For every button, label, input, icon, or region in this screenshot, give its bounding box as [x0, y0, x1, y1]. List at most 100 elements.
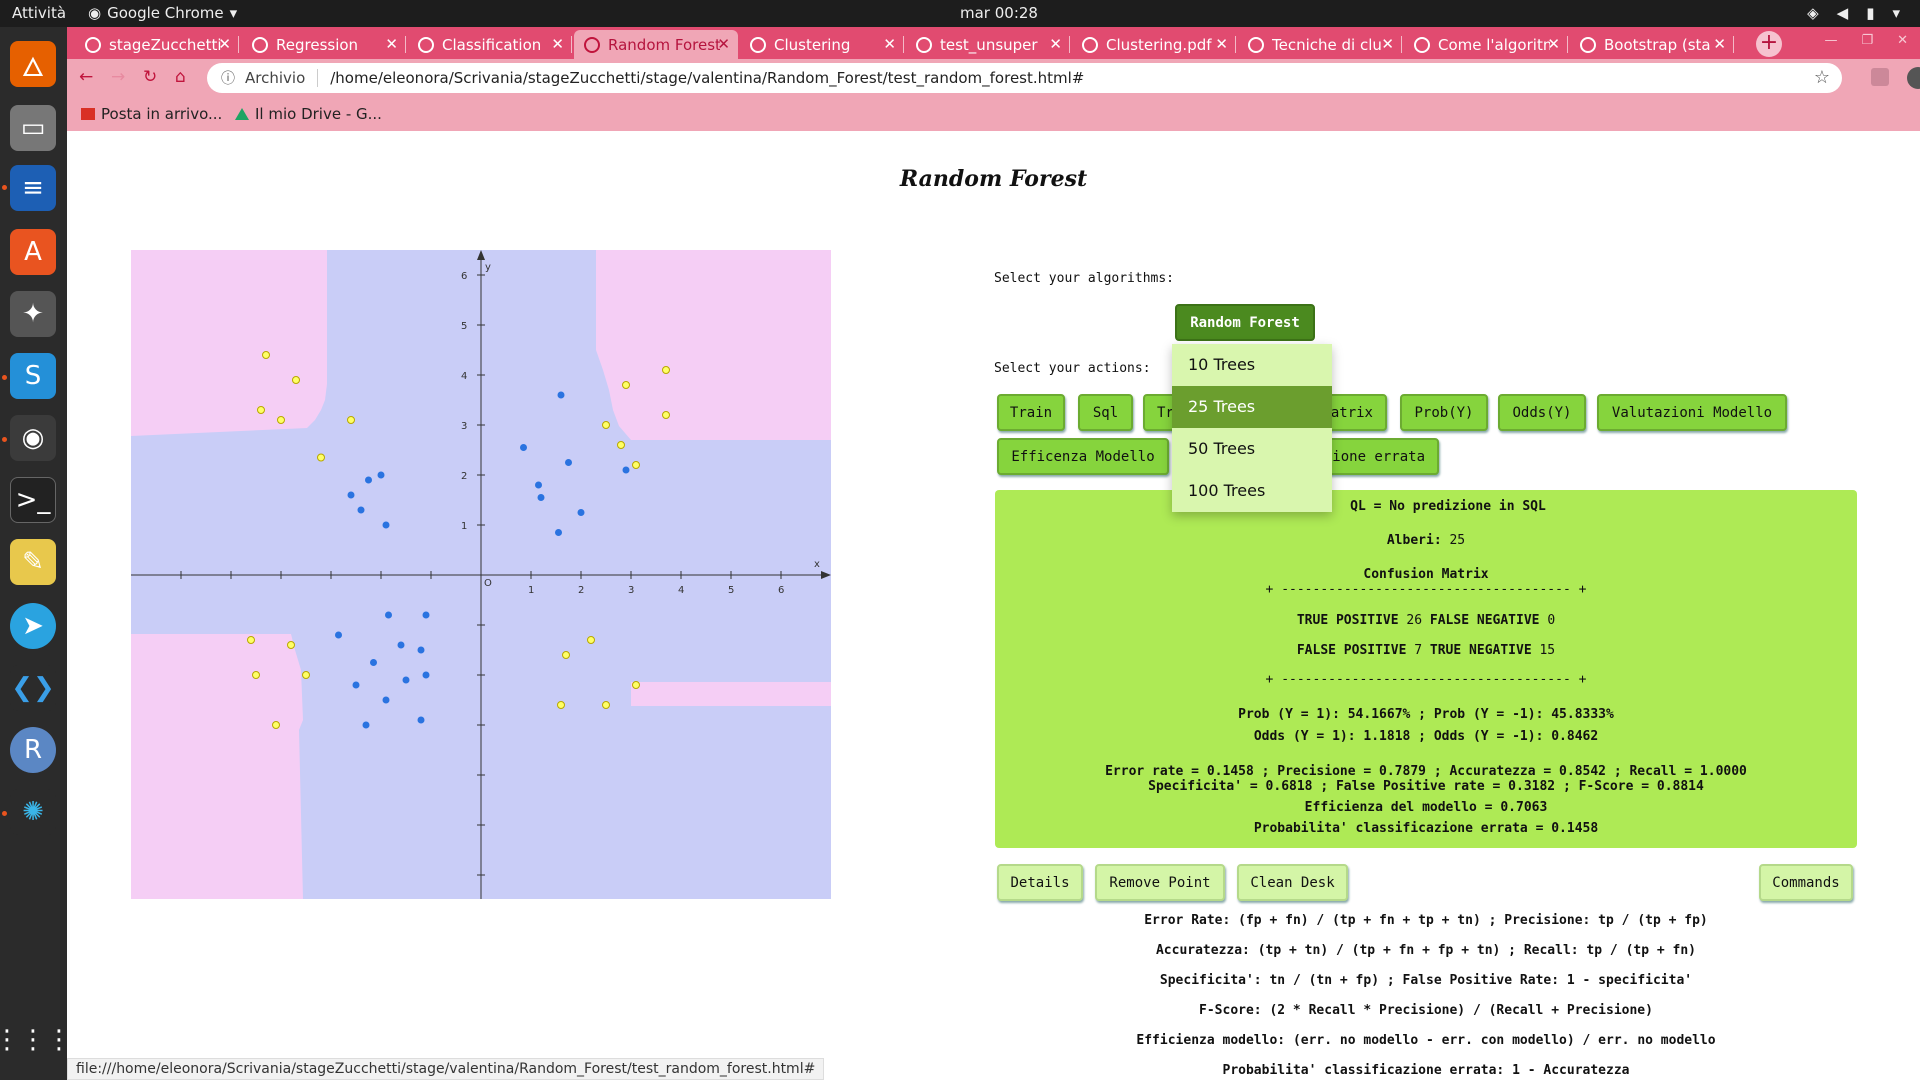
probabilita-classificazione-errata-button[interactable]: ione errata	[1315, 438, 1439, 475]
tab-close-icon[interactable]: ✕	[551, 35, 564, 53]
tab-close-icon[interactable]: ✕	[1049, 35, 1062, 53]
vscode-icon[interactable]: ❮❯	[10, 665, 56, 711]
valutazioni-modello-button[interactable]: Valutazioni Modello	[1597, 394, 1787, 431]
firefox-icon[interactable]: 🜂	[10, 41, 56, 87]
dropdown-option-50-trees[interactable]: 50 Trees	[1172, 428, 1332, 470]
clean-desk-button[interactable]: Clean Desk	[1237, 864, 1348, 901]
tab-favicon	[1414, 36, 1430, 53]
algorithm-random-forest-button[interactable]: Random Forest	[1175, 304, 1315, 341]
reload-icon[interactable]: ↻	[143, 67, 157, 87]
blue-point	[370, 659, 377, 666]
tab-close-icon[interactable]: ✕	[1215, 35, 1228, 53]
activities-button[interactable]: Attività	[12, 4, 66, 22]
minimize-icon[interactable]: —	[1824, 33, 1837, 48]
tab-close-icon[interactable]: ✕	[1547, 35, 1560, 53]
info-icon[interactable]: ⓘ	[221, 68, 235, 88]
tab-10[interactable]: Bootstrap (sta ✕	[1570, 30, 1734, 59]
origin-label: O	[484, 578, 492, 589]
app-name: Google Chrome	[107, 4, 224, 22]
train-button[interactable]: Train	[997, 394, 1065, 431]
blue-point	[557, 391, 565, 399]
settings-tool-icon[interactable]: ✦	[10, 291, 56, 337]
tab-strip: stageZucchetti ✕ Regression ✕ Classification…	[67, 27, 1920, 59]
tab-7[interactable]: Clustering.pdf ✕	[1072, 30, 1236, 59]
tab-close-icon[interactable]: ✕	[1381, 35, 1394, 53]
chrome-dock-icon[interactable]: ◉	[10, 415, 56, 461]
y-tick-label: 4	[461, 371, 467, 382]
tab-3[interactable]: Classification ✕	[408, 30, 572, 59]
tab-close-icon[interactable]: ✕	[883, 35, 896, 53]
telegram-icon[interactable]: ➤	[10, 603, 56, 649]
close-window-icon[interactable]: ✕	[1897, 33, 1908, 48]
maximize-icon[interactable]: ❐	[1861, 33, 1873, 48]
blue-point	[397, 641, 405, 649]
blue-point	[382, 696, 390, 704]
tab-5[interactable]: Clustering ✕	[740, 30, 904, 59]
profile-avatar[interactable]	[1907, 67, 1920, 89]
tab-9[interactable]: Come l'algoritm ✕	[1404, 30, 1568, 59]
status-bar-url: file:///home/eleonora/Scrivania/stageZuc…	[67, 1058, 825, 1080]
address-bar[interactable]: ⓘ Archivio /home/eleonora/Scrivania/stag…	[207, 63, 1842, 93]
yellow-point	[632, 461, 640, 469]
select-algorithms-label: Select your algorithms:	[994, 271, 1175, 286]
new-tab-button[interactable]: +	[1756, 31, 1782, 57]
tab-close-icon[interactable]: ✕	[385, 35, 398, 53]
app-menu[interactable]: ◉ Google Chrome ▾	[88, 4, 237, 22]
commands-button[interactable]: Commands	[1759, 864, 1853, 901]
show-apps-icon[interactable]: ⋮⋮⋮	[0, 1017, 72, 1063]
drive-icon	[235, 108, 249, 120]
details-button[interactable]: Details	[997, 864, 1083, 901]
home-icon[interactable]: ⌂	[175, 67, 186, 87]
trees-label: Alberi:	[1386, 533, 1442, 548]
tab-6[interactable]: test_unsuper ✕	[906, 30, 1070, 59]
tab-favicon	[1248, 36, 1264, 53]
dropdown-option-10-trees[interactable]: 10 Trees	[1172, 344, 1332, 386]
region-pink-bottom-left	[131, 634, 303, 899]
software-center-icon[interactable]: A	[10, 229, 56, 275]
tab-close-icon[interactable]: ✕	[1713, 35, 1726, 53]
extension-icon[interactable]	[1871, 68, 1889, 86]
system-tray[interactable]: ◈ ◀ ▮ ▾	[1807, 4, 1900, 22]
efficenza-modello-button[interactable]: Efficenza Modello	[997, 438, 1169, 475]
clock[interactable]: mar 00:28	[960, 4, 1038, 22]
tab-4[interactable]: Random Forest ✕	[574, 30, 738, 59]
x-tick-label: 6	[778, 585, 784, 596]
blue-point	[357, 506, 365, 514]
skype-icon[interactable]: S	[10, 353, 56, 399]
r-icon[interactable]: R	[10, 727, 56, 773]
tab-close-icon[interactable]: ✕	[218, 35, 231, 53]
remove-point-button[interactable]: Remove Point	[1095, 864, 1225, 901]
dropdown-option-25-trees[interactable]: 25 Trees	[1172, 386, 1332, 428]
yellow-point	[317, 453, 325, 462]
bookmark-star-icon[interactable]: ☆	[1814, 67, 1830, 88]
tn-label: TRUE NEGATIVE	[1429, 643, 1532, 658]
fn-label: FALSE NEGATIVE	[1429, 613, 1540, 628]
eclipse-icon[interactable]: ✺	[10, 789, 56, 835]
blue-point	[422, 611, 430, 619]
writer-icon[interactable]: ≡	[10, 165, 56, 211]
text-editor-icon[interactable]: ✎	[10, 539, 56, 585]
bookmark-gmail[interactable]: Posta in arrivo...	[81, 105, 222, 123]
tab-label: Bootstrap (sta	[1604, 35, 1711, 54]
decision-boundary-plot[interactable]: 1 2 3 4 5 6 1 2 3 4 5 6 Ox y	[131, 250, 831, 899]
yellow-point	[557, 701, 565, 709]
terminal-icon[interactable]: >_	[10, 477, 56, 523]
tab-2[interactable]: Regression ✕	[242, 30, 406, 59]
yellow-point	[247, 636, 255, 644]
address-url: /home/eleonora/Scrivania/stageZucchetti/…	[330, 69, 1085, 87]
forward-icon[interactable]: →	[111, 67, 125, 87]
back-icon[interactable]: ←	[79, 67, 93, 87]
odds-button[interactable]: Odds(Y)	[1498, 394, 1586, 431]
prob-button[interactable]: Prob(Y)	[1400, 394, 1488, 431]
dropdown-option-100-trees[interactable]: 100 Trees	[1172, 470, 1332, 512]
tab-close-icon[interactable]: ✕	[717, 35, 730, 53]
files-icon[interactable]: ▭	[10, 105, 56, 151]
sql-button[interactable]: Sql	[1078, 394, 1133, 431]
tab-1[interactable]: stageZucchetti ✕	[75, 30, 239, 59]
tab-8[interactable]: Tecniche di clu ✕	[1238, 30, 1402, 59]
yellow-point	[622, 381, 630, 389]
blue-point	[352, 681, 360, 689]
tab-label: Clustering.pdf	[1106, 35, 1212, 54]
yellow-point	[662, 366, 670, 374]
bookmark-drive[interactable]: Il mio Drive - G...	[235, 105, 382, 123]
